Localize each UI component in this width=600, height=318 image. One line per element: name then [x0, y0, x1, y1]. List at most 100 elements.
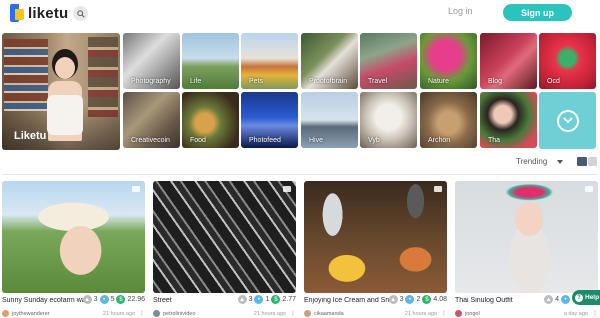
post-type-icon	[434, 186, 442, 192]
category-label: Nature	[428, 78, 450, 85]
post-author[interactable]: cikaamanda	[314, 311, 344, 317]
post-footer: petrolinivideo 21 hours ago ⋮	[153, 309, 296, 318]
post-author[interactable]: jongol	[465, 311, 480, 317]
category-tile-photofeed[interactable]: Photofeed	[241, 92, 298, 148]
next-categories-button[interactable]	[539, 92, 596, 149]
category-tile-photography[interactable]: Photography	[123, 33, 180, 89]
post-title[interactable]: Street	[153, 297, 172, 304]
category-label: Pets	[249, 78, 264, 85]
post-time: a day ago	[563, 310, 588, 317]
post-card[interactable]: Street ▲ 3 • 1 $2.77 petrolinivideo 21 hou…	[153, 181, 296, 318]
category-tile-life[interactable]: Life	[182, 33, 239, 89]
payout-icon: $	[116, 295, 126, 304]
avatar[interactable]	[455, 310, 462, 317]
upvote-icon[interactable]: ▲	[544, 295, 554, 304]
comment-count: 1	[265, 296, 270, 303]
category-label: Creativecoin	[131, 137, 170, 144]
sort-dropdown[interactable]: Trending	[516, 157, 564, 166]
caret-down-icon	[557, 159, 564, 164]
category-tile-ocd[interactable]: Ocd	[539, 33, 596, 89]
upvote-icon[interactable]: ▲	[82, 295, 92, 304]
category-label: Blog	[488, 78, 503, 85]
help-button[interactable]: ? Help	[572, 290, 600, 305]
category-label: Photography	[131, 78, 171, 85]
top-bar: liketu Log in Sign up	[0, 0, 600, 28]
more-options-icon[interactable]: ⋮	[290, 310, 296, 317]
payout-icon: $	[271, 295, 281, 304]
category-label: Food	[190, 137, 206, 144]
upvote-icon[interactable]: ▲	[237, 295, 247, 304]
comment-icon[interactable]: •	[254, 295, 264, 304]
category-label: Proofofbrain	[309, 78, 348, 85]
category-label: Vyb	[368, 137, 380, 144]
more-options-icon[interactable]: ⋮	[441, 310, 447, 317]
post-image[interactable]	[455, 181, 598, 293]
logo-icon	[10, 4, 24, 22]
comment-icon[interactable]: •	[99, 295, 109, 304]
payout-value: 2.77	[282, 296, 296, 303]
more-options-icon[interactable]: ⋮	[592, 310, 598, 317]
post-image[interactable]	[2, 181, 145, 293]
category-tile-vyb[interactable]: Vyb	[360, 92, 417, 148]
post-title[interactable]: Thai Sinulog Outfit	[455, 297, 513, 304]
post-title[interactable]: Enjoying Ice Cream and Snack…	[304, 297, 392, 304]
grid-view-icon[interactable]	[577, 157, 587, 166]
question-icon: ?	[575, 293, 583, 302]
comment-count: 2	[416, 296, 421, 303]
divider	[2, 174, 598, 175]
brand-logo[interactable]: liketu	[10, 4, 68, 22]
comment-icon[interactable]: •	[405, 295, 415, 304]
post-stats: ▲ 3 • 1 $2.77	[237, 295, 296, 304]
upvote-icon[interactable]: ▲	[388, 295, 398, 304]
category-label: Life	[190, 78, 202, 85]
post-time: 21 hours ago	[253, 310, 286, 317]
view-toggle[interactable]	[577, 157, 597, 166]
search-button[interactable]	[73, 6, 88, 21]
featured-hero-tile[interactable]: Liketu	[2, 33, 120, 150]
comment-icon[interactable]: •	[561, 295, 570, 304]
post-author[interactable]: petrolinivideo	[163, 311, 195, 317]
avatar[interactable]	[153, 310, 160, 317]
post-stats: ▲ 4 •	[544, 295, 570, 304]
post-type-icon	[132, 186, 140, 192]
category-tile-creativecoin[interactable]: Creativecoin	[123, 92, 180, 148]
signup-button[interactable]: Sign up	[503, 4, 572, 21]
category-tile-hive[interactable]: Hive	[301, 92, 358, 148]
post-card[interactable]: Sunny Sunday ecofarm walk ▲ 3 • 5 $22.96 j…	[2, 181, 145, 318]
more-options-icon[interactable]: ⋮	[139, 310, 145, 317]
category-tile-pets[interactable]: Pets	[241, 33, 298, 89]
category-tile-proofofbrain[interactable]: Proofofbrain	[301, 33, 358, 89]
post-card[interactable]: Enjoying Ice Cream and Snack… ▲3 •2 $4.0…	[304, 181, 447, 318]
comment-count: 5	[110, 296, 115, 303]
post-footer: jongol a day ago ⋮	[455, 309, 598, 318]
post-time: 21 hours ago	[102, 310, 135, 317]
login-link[interactable]: Log in	[448, 6, 473, 16]
post-image[interactable]	[304, 181, 447, 293]
post-author[interactable]: joythewanderer	[12, 311, 50, 317]
category-tile-travel[interactable]: Travel	[360, 33, 417, 89]
category-tile-archon[interactable]: Archon	[420, 92, 477, 148]
category-tile-nature[interactable]: Nature	[420, 33, 477, 89]
avatar[interactable]	[304, 310, 311, 317]
post-title[interactable]: Sunny Sunday ecofarm walk	[2, 297, 90, 304]
category-tile-blog[interactable]: Blog	[480, 33, 537, 89]
post-stats: ▲ 3 • 2 $4.08	[388, 295, 447, 304]
upvote-count: 3	[399, 296, 404, 303]
post-type-icon	[283, 186, 291, 192]
category-label: Hive	[309, 137, 324, 144]
avatar[interactable]	[2, 310, 9, 317]
payout-icon: $	[422, 295, 432, 304]
payout-value: 22.96	[127, 296, 145, 303]
category-label: Ocd	[547, 78, 560, 85]
category-tile-food[interactable]: Food	[182, 92, 239, 148]
post-type-icon	[585, 186, 593, 192]
upvote-count: 4	[555, 296, 559, 303]
post-image[interactable]	[153, 181, 296, 293]
list-view-icon[interactable]	[587, 157, 597, 166]
post-stats: ▲ 3 • 5 $22.96	[82, 295, 145, 304]
upvote-count: 3	[248, 296, 253, 303]
category-label: Photofeed	[249, 137, 281, 144]
search-icon	[76, 9, 85, 18]
category-tile-tha[interactable]: Tha	[480, 92, 537, 148]
category-label: Travel	[368, 78, 388, 85]
